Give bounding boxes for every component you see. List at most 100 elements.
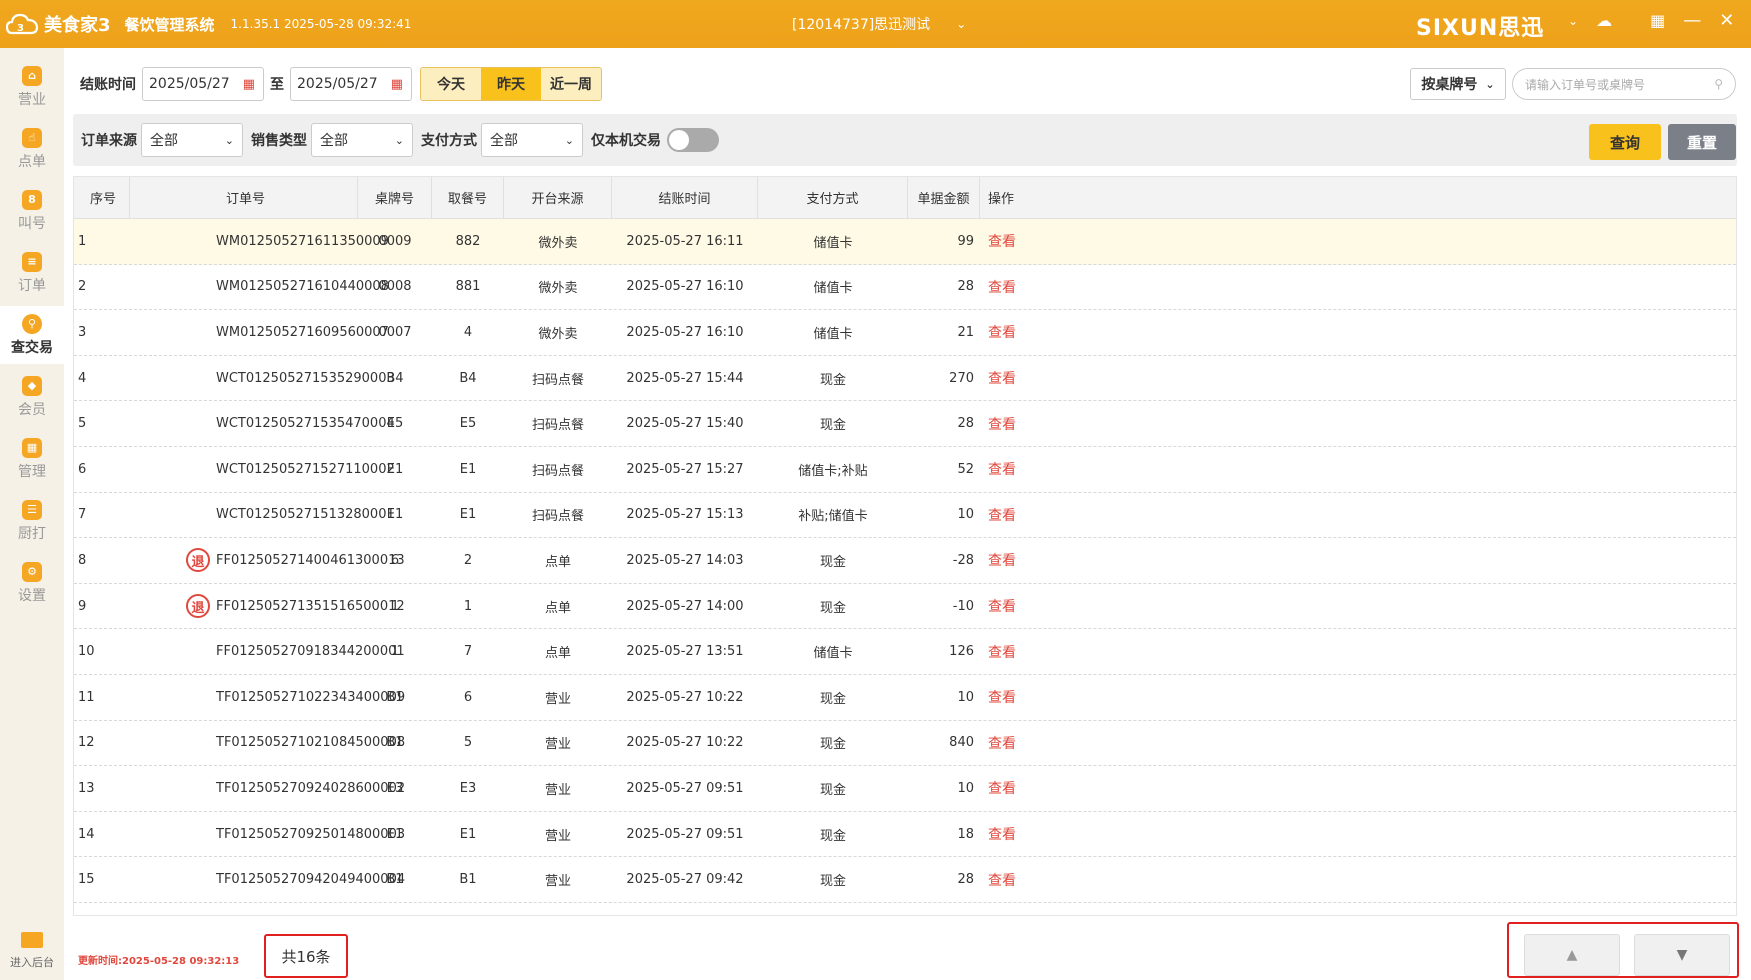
cell-order-no: TF012505271022343400009 bbox=[130, 675, 405, 720]
chevron-down-icon: ⌄ bbox=[394, 133, 404, 147]
cell-settle-time: 2025-05-27 09:42 bbox=[626, 872, 744, 888]
table-row[interactable]: 14 TF012505270925014800003 E1 E1 营业 2025-05-2… bbox=[74, 812, 1736, 858]
view-link[interactable]: 查看 bbox=[988, 824, 1016, 844]
table-row[interactable]: 10 FF012505270918344200001 1 7 点单 2025-05-27 … bbox=[74, 629, 1736, 675]
qrcode-icon[interactable]: ▦ bbox=[1650, 11, 1665, 30]
order-source-select[interactable]: 全部 ⌄ bbox=[141, 123, 243, 157]
sidebar-item-label: 管理 bbox=[18, 463, 46, 480]
cell-order-no: WM012505271609560007 bbox=[130, 310, 389, 355]
query-button[interactable]: 查询 bbox=[1589, 124, 1661, 160]
cell-settle-time: 2025-05-27 10:22 bbox=[626, 689, 744, 705]
order-no-text: TF012505271021084500008 bbox=[216, 735, 406, 751]
sidebar-item-members[interactable]: ◆ 会员 bbox=[0, 368, 64, 426]
quick-week-button[interactable]: 近一周 bbox=[541, 68, 601, 100]
local-only-toggle[interactable] bbox=[667, 128, 719, 152]
col-order-no: 订单号 bbox=[130, 177, 358, 218]
sidebar-item-management[interactable]: ▦ 管理 bbox=[0, 430, 64, 488]
view-link[interactable]: 查看 bbox=[988, 277, 1016, 297]
cell-order-no: WCT012505271535290003 bbox=[130, 356, 395, 401]
cell-settle-time: 2025-05-27 15:27 bbox=[626, 461, 744, 477]
cell-index: 14 bbox=[78, 826, 95, 842]
table-row[interactable]: 13 TF012505270924028600002 E3 E3 营业 2025-05-2… bbox=[74, 766, 1736, 812]
cell-order-no: TF012505270942049400004 bbox=[130, 857, 405, 902]
view-link[interactable]: 查看 bbox=[988, 505, 1016, 525]
view-link[interactable]: 查看 bbox=[988, 550, 1016, 570]
cell-settle-time: 2025-05-27 16:10 bbox=[626, 279, 744, 295]
page-up-button[interactable]: ▲ bbox=[1524, 934, 1620, 976]
table-row[interactable]: 3 WM012505271609560007 0007 4 微外卖 2025-05-27 … bbox=[74, 310, 1736, 356]
search-icon[interactable]: ⚲ bbox=[1714, 77, 1723, 91]
cell-order-no: FF012505270918344200001 bbox=[130, 629, 405, 674]
view-link[interactable]: 查看 bbox=[988, 596, 1016, 616]
sidebar-item-call-number[interactable]: 8 叫号 bbox=[0, 182, 64, 240]
gear-icon: ⚙ bbox=[22, 561, 42, 582]
view-link[interactable]: 查看 bbox=[988, 733, 1016, 753]
calendar-icon: ▦ bbox=[242, 76, 255, 92]
table-row[interactable]: 1 WM012505271611350009 0009 882 微外卖 2025-05-2… bbox=[74, 219, 1736, 265]
store-selector[interactable]: [12014737]思迅测试 ⌄ bbox=[792, 14, 966, 34]
sidebar-item-orders[interactable]: ≡ 订单 bbox=[0, 244, 64, 302]
cell-index: 11 bbox=[78, 689, 95, 705]
col-amount: 单据金额 bbox=[908, 177, 980, 218]
table-row[interactable]: 4 WCT012505271535290003 B4 B4 扫码点餐 2025-05-27… bbox=[74, 356, 1736, 402]
cell-amount: 840 bbox=[949, 735, 974, 751]
col-index: 序号 bbox=[74, 177, 130, 218]
table-row[interactable]: 15 TF012505270942049400004 B1 B1 营业 2025-05-2… bbox=[74, 857, 1736, 903]
sidebar-item-order[interactable]: ☝ 点单 bbox=[0, 120, 64, 178]
reset-button[interactable]: 重置 bbox=[1668, 124, 1736, 160]
date-from-field[interactable]: 2025/05/27 ▦ bbox=[142, 67, 264, 101]
view-link[interactable]: 查看 bbox=[988, 322, 1016, 342]
sidebar-item-settings[interactable]: ⚙ 设置 bbox=[0, 554, 64, 612]
table-row[interactable]: 8 退 FF012505271400461300013 6 2 点单 2025-05-27 … bbox=[74, 538, 1736, 584]
order-no-text: FF012505271351516500012 bbox=[216, 598, 405, 614]
sale-type-select[interactable]: 全部 ⌄ bbox=[311, 123, 413, 157]
cell-action: 查看 bbox=[980, 310, 1040, 355]
quick-today-button[interactable]: 今天 bbox=[421, 68, 481, 100]
version-time: 1.1.35.1 2025-05-28 09:32:41 bbox=[230, 17, 412, 31]
diamond-icon: ◆ bbox=[22, 375, 42, 396]
search-by-select[interactable]: 按桌牌号 ⌄ bbox=[1410, 68, 1506, 100]
pay-method-select[interactable]: 全部 ⌄ bbox=[481, 123, 583, 157]
sidebar-item-kitchen-print[interactable]: ☰ 厨打 bbox=[0, 492, 64, 550]
pay-method-label: 支付方式 bbox=[421, 133, 477, 149]
table-row[interactable]: 11 TF012505271022343400009 B1 6 营业 2025-05-27… bbox=[74, 675, 1736, 721]
cell-pay-method: 储值卡 bbox=[813, 281, 853, 297]
table-row[interactable]: 2 WM012505271610440008 0008 881 微外卖 2025-05-2… bbox=[74, 265, 1736, 311]
view-link[interactable]: 查看 bbox=[988, 687, 1016, 707]
cell-order-no: TF012505271021084500008 bbox=[130, 721, 405, 766]
close-icon[interactable]: ✕ bbox=[1719, 10, 1734, 31]
sidebar-item-label: 查交易 bbox=[11, 339, 53, 356]
app-name: 美食家3 bbox=[44, 15, 111, 36]
page-down-button[interactable]: ▼ bbox=[1634, 934, 1730, 976]
quick-yesterday-button[interactable]: 昨天 bbox=[481, 68, 541, 100]
calendar-icon: ▦ bbox=[390, 76, 403, 92]
view-link[interactable]: 查看 bbox=[988, 870, 1016, 890]
transaction-table: 序号 订单号 桌牌号 取餐号 开台来源 结账时间 支付方式 单据金额 操作 1 W… bbox=[73, 176, 1737, 916]
view-link[interactable]: 查看 bbox=[988, 231, 1016, 251]
cell-pickup-no: E5 bbox=[459, 416, 477, 432]
cell-action: 查看 bbox=[980, 584, 1040, 629]
view-link[interactable]: 查看 bbox=[988, 414, 1016, 434]
sidebar-item-transactions[interactable]: ⚲ 查交易 bbox=[0, 306, 64, 364]
cloud-icon[interactable]: ☁ bbox=[1596, 11, 1612, 30]
search-input[interactable]: 请输入订单号或桌牌号 ⚲ bbox=[1512, 68, 1736, 100]
view-link[interactable]: 查看 bbox=[988, 368, 1016, 388]
chevron-down-icon[interactable]: ⌄ bbox=[1568, 14, 1578, 28]
monitor-icon bbox=[21, 932, 43, 948]
cell-amount: 28 bbox=[957, 416, 974, 432]
sidebar-item-business[interactable]: ⌂ 营业 bbox=[0, 58, 64, 116]
table-row[interactable]: 5 WCT012505271535470004 E5 E5 扫码点餐 2025-05-27… bbox=[74, 401, 1736, 447]
grid-icon: ▦ bbox=[22, 437, 42, 458]
table-row[interactable]: 9 退 FF012505271351516500012 1 1 点单 2025-05-27 … bbox=[74, 584, 1736, 630]
backend-entry-button[interactable]: 进入后台 bbox=[0, 922, 64, 980]
view-link[interactable]: 查看 bbox=[988, 459, 1016, 479]
minimize-icon[interactable]: — bbox=[1683, 10, 1701, 31]
view-link[interactable]: 查看 bbox=[988, 642, 1016, 662]
date-to-field[interactable]: 2025/05/27 ▦ bbox=[290, 67, 412, 101]
cell-settle-time: 2025-05-27 15:13 bbox=[626, 507, 744, 523]
table-row[interactable]: 7 WCT012505271513280001 E1 E1 扫码点餐 2025-05-27… bbox=[74, 493, 1736, 539]
view-link[interactable]: 查看 bbox=[988, 778, 1016, 798]
table-row[interactable]: 6 WCT012505271527110002 E1 E1 扫码点餐 2025-05-27… bbox=[74, 447, 1736, 493]
cell-pay-method: 现金 bbox=[819, 372, 846, 388]
table-row[interactable]: 12 TF012505271021084500008 B1 5 营业 2025-05-27… bbox=[74, 721, 1736, 767]
